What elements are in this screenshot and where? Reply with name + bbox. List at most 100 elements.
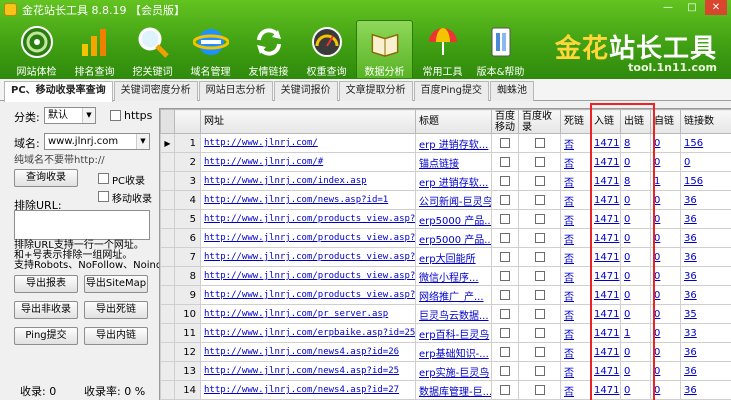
- dead-link-cell[interactable]: 否: [560, 171, 591, 191]
- baidu-mobile-cell[interactable]: [491, 323, 519, 343]
- column-header[interactable]: 死链: [560, 109, 591, 134]
- link-count-cell[interactable]: 36: [680, 228, 731, 248]
- maximize-button[interactable]: □: [681, 0, 703, 15]
- export-internal-links-button[interactable]: 导出内链: [84, 327, 148, 345]
- dead-link-cell[interactable]: 否: [560, 190, 591, 210]
- table-row[interactable]: 2 http://www.jlnrj.com/# 锚点链接否 1471 0 0 0: [160, 152, 731, 172]
- toolbar-item-5[interactable]: 权重查询: [298, 20, 355, 78]
- url-link[interactable]: http://www.jlnrj.com/products_view.asp?i…: [200, 285, 416, 305]
- baidu-mobile-cell[interactable]: [491, 209, 519, 229]
- exclude-textarea[interactable]: [14, 210, 150, 240]
- table-row[interactable]: 8 http://www.jlnrj.com/products_view.asp?…: [160, 266, 731, 286]
- checkbox[interactable]: [500, 327, 510, 338]
- url-link[interactable]: http://www.jlnrj.com/news4.asp?id=27: [200, 380, 416, 400]
- dead-link-cell[interactable]: 否: [560, 380, 591, 400]
- url-link[interactable]: http://www.jlnrj.com/products_view.asp?i…: [200, 228, 416, 248]
- baidu-index-cell[interactable]: [518, 266, 561, 286]
- title-link[interactable]: erp 进销存软...: [415, 133, 492, 153]
- column-header[interactable]: [160, 109, 175, 134]
- checkbox[interactable]: [500, 194, 510, 205]
- table-row[interactable]: 3 http://www.jlnrj.com/index.asp erp 进销存软.…: [160, 171, 731, 191]
- dead-link-cell[interactable]: 否: [560, 228, 591, 248]
- link-count-cell[interactable]: 36: [680, 247, 731, 267]
- outbound-cell[interactable]: 0: [620, 361, 651, 381]
- baidu-mobile-cell[interactable]: [491, 266, 519, 286]
- query-button[interactable]: 查询收录: [14, 169, 78, 187]
- checkbox[interactable]: [534, 156, 545, 167]
- self-link-cell[interactable]: 0: [650, 361, 681, 381]
- checkbox[interactable]: [534, 270, 545, 281]
- outbound-cell[interactable]: 0: [620, 247, 651, 267]
- column-header[interactable]: 标题: [415, 109, 492, 134]
- title-link[interactable]: erp基础知识-...: [415, 342, 492, 362]
- dead-link-cell[interactable]: 否: [560, 133, 591, 153]
- link-count-cell[interactable]: 36: [680, 209, 731, 229]
- baidu-mobile-cell[interactable]: [491, 342, 519, 362]
- self-link-cell[interactable]: 0: [650, 266, 681, 286]
- table-row[interactable]: 12 http://www.jlnrj.com/news4.asp?id=26 er…: [160, 342, 731, 362]
- checkbox[interactable]: [500, 270, 510, 281]
- baidu-index-cell[interactable]: [518, 323, 561, 343]
- checkbox[interactable]: [534, 194, 545, 205]
- outbound-cell[interactable]: 0: [620, 152, 651, 172]
- checkbox[interactable]: [534, 365, 545, 376]
- url-link[interactable]: http://www.jlnrj.com/#: [200, 152, 416, 172]
- dead-link-cell[interactable]: 否: [560, 247, 591, 267]
- title-link[interactable]: 锚点链接: [415, 152, 492, 172]
- url-link[interactable]: http://www.jlnrj.com/products_view.asp?i…: [200, 266, 416, 286]
- title-link[interactable]: 巨灵鸟云数据...: [415, 304, 492, 324]
- url-link[interactable]: http://www.jlnrj.com/erpbaike.asp?id=25: [200, 323, 416, 343]
- inbound-cell[interactable]: 1471: [590, 228, 621, 248]
- self-link-cell[interactable]: 0: [650, 380, 681, 400]
- checkbox[interactable]: [500, 384, 510, 395]
- table-row[interactable]: 4 http://www.jlnrj.com/news.asp?id=1 公司新闻-…: [160, 190, 731, 210]
- inbound-cell[interactable]: 1471: [590, 152, 621, 172]
- dead-link-cell[interactable]: 否: [560, 342, 591, 362]
- url-link[interactable]: http://www.jlnrj.com/news4.asp?id=26: [200, 342, 416, 362]
- link-count-cell[interactable]: 35: [680, 304, 731, 324]
- baidu-index-cell[interactable]: [518, 361, 561, 381]
- inbound-cell[interactable]: 1471: [590, 133, 621, 153]
- column-header[interactable]: 百度收录: [518, 109, 561, 134]
- baidu-index-cell[interactable]: [518, 171, 561, 191]
- self-link-cell[interactable]: 0: [650, 342, 681, 362]
- baidu-mobile-cell[interactable]: [491, 171, 519, 191]
- baidu-index-cell[interactable]: [518, 247, 561, 267]
- outbound-cell[interactable]: 0: [620, 266, 651, 286]
- checkbox[interactable]: [500, 232, 510, 243]
- outbound-cell[interactable]: 0: [620, 190, 651, 210]
- dead-link-cell[interactable]: 否: [560, 361, 591, 381]
- dead-link-cell[interactable]: 否: [560, 304, 591, 324]
- outbound-cell[interactable]: 8: [620, 133, 651, 153]
- self-link-cell[interactable]: 0: [650, 133, 681, 153]
- url-link[interactable]: http://www.jlnrj.com/: [200, 133, 416, 153]
- https-checkbox[interactable]: [110, 110, 121, 121]
- link-count-cell[interactable]: 33: [680, 323, 731, 343]
- outbound-cell[interactable]: 0: [620, 380, 651, 400]
- self-link-cell[interactable]: 0: [650, 209, 681, 229]
- column-header[interactable]: 链接数: [680, 109, 731, 134]
- checkbox[interactable]: [534, 308, 545, 319]
- tab-6[interactable]: 蜘蛛池: [489, 81, 534, 101]
- baidu-index-cell[interactable]: [518, 209, 561, 229]
- baidu-index-cell[interactable]: [518, 228, 561, 248]
- checkbox[interactable]: [500, 365, 510, 376]
- table-row[interactable]: 6 http://www.jlnrj.com/products_view.asp?…: [160, 228, 731, 248]
- outbound-cell[interactable]: 1: [620, 323, 651, 343]
- self-link-cell[interactable]: 1: [650, 171, 681, 191]
- tab-2[interactable]: 网站日志分析: [198, 81, 273, 101]
- inbound-cell[interactable]: 1471: [590, 171, 621, 191]
- inbound-cell[interactable]: 1471: [590, 304, 621, 324]
- title-link[interactable]: erp大回能所: [415, 247, 492, 267]
- self-link-cell[interactable]: 0: [650, 247, 681, 267]
- column-header[interactable]: [174, 109, 201, 134]
- checkbox[interactable]: [500, 156, 510, 167]
- url-link[interactable]: http://www.jlnrj.com/index.asp: [200, 171, 416, 191]
- tab-3[interactable]: 关键词报价: [273, 81, 338, 101]
- tab-0[interactable]: PC、移动收录率查询: [4, 81, 113, 102]
- dead-link-cell[interactable]: 否: [560, 266, 591, 286]
- self-link-cell[interactable]: 0: [650, 190, 681, 210]
- baidu-index-cell[interactable]: [518, 152, 561, 172]
- column-header[interactable]: 自链: [650, 109, 681, 134]
- title-link[interactable]: 微信小程序...: [415, 266, 492, 286]
